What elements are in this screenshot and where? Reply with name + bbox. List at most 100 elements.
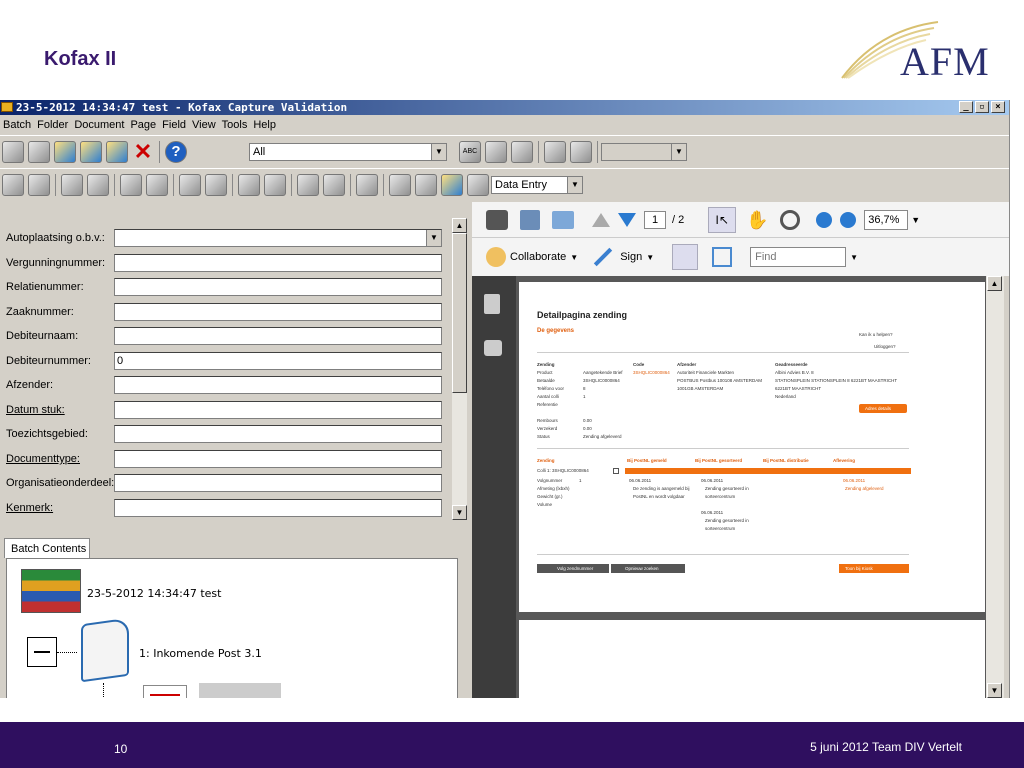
print-icon[interactable]: [486, 209, 508, 230]
arrow-down-icon[interactable]: [618, 212, 636, 227]
zoom-icon[interactable]: [511, 140, 533, 163]
field-label: Toezichtsgebied:: [6, 428, 88, 440]
tree-node-batch[interactable]: 23-5-2012 14:34:47 test: [87, 587, 221, 600]
redo-icon[interactable]: [415, 173, 437, 196]
toon-kiosk-button[interactable]: Toon bij Kiosk: [839, 564, 909, 573]
zoom-in-icon[interactable]: [840, 211, 857, 228]
menu-help[interactable]: Help: [252, 119, 281, 131]
mode-select[interactable]: Data Entry ▼: [491, 175, 583, 194]
organisatieonderdeel-input[interactable]: [114, 474, 442, 492]
documenttype-input[interactable]: [114, 450, 442, 468]
scroll-down-icon[interactable]: ▼: [452, 505, 467, 520]
vergunningnummer-input[interactable]: [114, 254, 442, 272]
previous-batch-icon[interactable]: [297, 173, 319, 196]
fit-width-icon[interactable]: [672, 244, 699, 270]
debiteurnaam-input[interactable]: [114, 327, 442, 345]
previous-folder-icon[interactable]: [179, 173, 201, 196]
page-number-input[interactable]: 1: [644, 210, 666, 229]
menu-tools[interactable]: Tools: [221, 119, 253, 131]
batch-tree-icon[interactable]: [80, 140, 102, 163]
previous-page-icon[interactable]: [87, 173, 109, 196]
next-field-icon[interactable]: [264, 173, 286, 196]
select-tool-icon[interactable]: I↖: [708, 206, 737, 233]
debiteurnummer-input[interactable]: 0: [114, 352, 442, 370]
zoom-input[interactable]: 36,7%: [864, 209, 909, 230]
batch-contents-tab[interactable]: Batch Contents: [4, 538, 90, 558]
autoplaatsing-select[interactable]: ▼: [114, 229, 442, 247]
next-batch-icon[interactable]: [323, 173, 345, 196]
thumbnail-icon[interactable]: [467, 173, 489, 196]
zoom-out-icon[interactable]: [816, 211, 833, 228]
cut-icon[interactable]: [356, 173, 378, 196]
scroll-thumb[interactable]: [452, 233, 467, 393]
find-input[interactable]: Find: [750, 247, 847, 267]
rotate-right-icon[interactable]: [28, 173, 50, 196]
new-batch-icon[interactable]: [2, 140, 24, 163]
spellcheck-icon[interactable]: ABC: [459, 140, 481, 163]
collapse-icon[interactable]: [613, 468, 619, 474]
menu-field[interactable]: Field: [161, 119, 191, 131]
next-document-icon[interactable]: [146, 173, 168, 196]
doc-event-date: 06.06.2011: [701, 510, 724, 515]
chevron-down-icon[interactable]: ▼: [850, 253, 858, 262]
search-binoculars-icon[interactable]: [484, 340, 502, 356]
previous-document-icon[interactable]: [120, 173, 142, 196]
image-toggle-icon[interactable]: [441, 173, 463, 196]
hand-tool-icon[interactable]: ✋: [746, 210, 768, 230]
doc-logout-link[interactable]: Uitloggen?: [874, 344, 896, 349]
pages-panel-icon[interactable]: [484, 294, 500, 314]
chevron-down-icon: ▼: [567, 176, 582, 193]
menu-folder[interactable]: Folder: [36, 119, 73, 131]
spellcheck-label: ABC: [462, 147, 478, 155]
menu-document[interactable]: Document: [73, 119, 129, 131]
open-batch-icon[interactable]: [28, 140, 50, 163]
first-page-icon[interactable]: [61, 173, 83, 196]
menu-bar: Batch Folder Document Page Field View To…: [0, 115, 1009, 135]
close-button[interactable]: ×: [991, 101, 1005, 113]
save-icon[interactable]: [520, 209, 540, 230]
zoom-out-icon[interactable]: [570, 140, 592, 163]
fields-scrollbar[interactable]: ▲ ▼: [452, 218, 467, 520]
scroll-up-icon[interactable]: ▲: [452, 218, 467, 233]
rotate-left-icon[interactable]: [2, 173, 24, 196]
scroll-down-icon[interactable]: ▼: [987, 683, 1002, 698]
zoom-tool-icon[interactable]: [780, 209, 801, 230]
sign-button[interactable]: Sign: [620, 251, 642, 263]
relatienummer-input[interactable]: [114, 278, 442, 296]
scroll-up-icon[interactable]: ▲: [987, 276, 1002, 291]
validate-icon[interactable]: [106, 140, 128, 163]
fit-page-icon[interactable]: [712, 247, 733, 267]
restore-button[interactable]: ▫: [975, 101, 989, 113]
doc-help-link[interactable]: Kan ik u helpen?: [859, 332, 893, 337]
zoom-in-icon[interactable]: [544, 140, 566, 163]
menu-page[interactable]: Page: [129, 119, 161, 131]
arrow-up-icon[interactable]: [592, 212, 610, 227]
help-icon[interactable]: ?: [165, 140, 187, 163]
menu-view[interactable]: View: [191, 119, 221, 131]
afm-logo-text: AFM: [900, 39, 990, 84]
pan-hand-icon[interactable]: [485, 140, 507, 163]
email-icon[interactable]: [552, 210, 574, 229]
chevron-down-icon[interactable]: ▼: [911, 215, 920, 225]
undo-icon[interactable]: [389, 173, 411, 196]
menu-batch[interactable]: Batch: [2, 119, 36, 131]
previous-field-icon[interactable]: [238, 173, 260, 196]
datum-stuk-input[interactable]: [114, 401, 442, 419]
filter-select[interactable]: All ▼: [249, 142, 447, 161]
kenmerk-input[interactable]: [114, 499, 442, 517]
zoom-select[interactable]: ▼: [601, 142, 687, 161]
collapse-icon[interactable]: [27, 637, 57, 667]
scan-icon[interactable]: [54, 140, 76, 163]
delete-icon[interactable]: ✕: [132, 140, 154, 163]
toezichtsgebied-input[interactable]: [114, 425, 442, 443]
opnieuw-zoeken-button[interactable]: Opnieuw zoeken: [611, 564, 685, 573]
afzender-input[interactable]: [114, 376, 442, 394]
tree-node-folder[interactable]: 1: Inkomende Post 3.1: [139, 647, 262, 660]
zaaknummer-input[interactable]: [114, 303, 442, 321]
adres-details-button[interactable]: Adres details: [859, 404, 907, 413]
collaborate-button[interactable]: Collaborate: [510, 251, 566, 263]
pdf-scrollbar[interactable]: ▲ ▼: [986, 276, 1004, 698]
minimize-button[interactable]: _: [959, 101, 973, 113]
next-folder-icon[interactable]: [205, 173, 227, 196]
volg-zendnummer-button[interactable]: Volg zendnummer: [537, 564, 609, 573]
